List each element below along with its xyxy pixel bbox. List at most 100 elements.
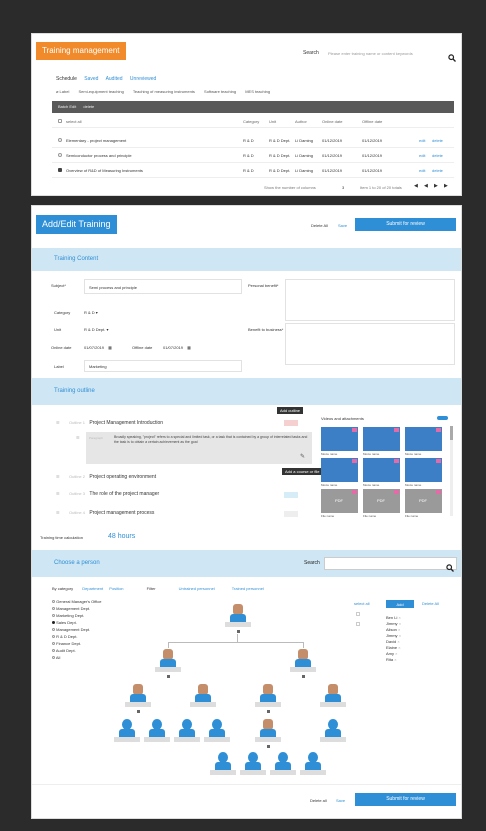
batch-delete-button[interactable]: delete [83,104,94,109]
choose-search-input[interactable] [324,557,457,570]
filter-untrained[interactable]: Untrained personnel [179,586,215,591]
table-row[interactable]: Semiconductor process and principle R & … [52,151,454,163]
video-thumbnail[interactable] [321,427,358,451]
remove-icon[interactable]: × [399,621,401,626]
department-item[interactable]: Finance Dept. [52,641,116,648]
drag-handle-icon[interactable]: ☰ [56,474,60,479]
filter-software[interactable]: Software teaching [204,89,236,94]
delete-all-link[interactable]: Delete All [422,601,439,606]
person-node[interactable] [125,684,151,707]
next-page-icon[interactable]: ▶ [434,184,438,189]
remove-icon[interactable]: × [398,627,400,632]
row-delete-link[interactable]: delete [432,168,443,173]
benefit-business-textarea[interactable] [285,323,455,365]
file-thumbnail[interactable]: PDF [321,489,358,513]
search-input[interactable]: Please enter training name or content ke… [328,51,446,56]
video-thumbnail[interactable] [405,458,442,482]
search-icon[interactable] [448,49,456,62]
person-node[interactable] [320,719,346,742]
save-button[interactable]: Save [338,223,347,228]
submit-review-button[interactable]: Submit for review [355,218,456,231]
prev-page-icon[interactable]: ◀ [424,184,428,189]
row-delete-link[interactable]: delete [432,153,443,158]
outline-actions[interactable] [284,511,298,517]
person-node[interactable] [114,719,140,742]
row-checkbox[interactable] [58,138,62,142]
last-page-icon[interactable]: ▶ [444,184,448,189]
person-node[interactable] [225,604,251,627]
person-node[interactable] [290,649,316,672]
person-node[interactable] [240,752,266,775]
add-button[interactable]: Add [386,600,414,608]
online-date-input[interactable]: 01/07/2019 ▦ [84,345,112,350]
person-node[interactable] [210,752,236,775]
outline-item[interactable]: ☰ Outline 4 Project management process [56,510,286,520]
filter-department[interactable]: Department [82,586,103,591]
video-thumbnail[interactable] [405,427,442,451]
person-node[interactable] [174,719,200,742]
remove-icon[interactable]: × [399,633,401,638]
department-item[interactable]: All [52,655,116,662]
checkbox[interactable] [356,612,360,616]
paragraph-block[interactable]: ☰ Paragraph Broadly speaking, "project" … [76,432,312,464]
page-size-select[interactable]: 3 [342,185,344,190]
video-thumbnail[interactable] [321,458,358,482]
person-node[interactable] [255,684,281,707]
batch-edit-button[interactable]: Batch Edit [58,104,76,109]
person-node[interactable] [255,719,281,742]
person-node[interactable] [300,752,326,775]
personal-benefit-textarea[interactable] [285,279,455,321]
department-item[interactable]: Management Dept. [52,606,116,613]
person-node[interactable] [204,719,230,742]
label-input[interactable]: Marketing [84,360,242,372]
outline-item[interactable]: ☰ Outline 2 Project operating environmen… [56,474,286,484]
department-item[interactable]: R & D Dept. [52,634,116,641]
file-thumbnail[interactable]: PDF [405,489,442,513]
checkbox[interactable] [356,622,360,626]
offline-date-input[interactable]: 01/07/2019 ▦ [163,345,191,350]
remove-icon[interactable]: × [398,645,400,650]
tab-schedule[interactable]: Schedule [56,76,77,82]
category-select[interactable]: R & D ▾ [84,310,98,315]
select-all-checkbox[interactable] [58,119,62,123]
filter-trained[interactable]: Trained personnel [232,586,264,591]
department-item[interactable]: Marketing Dept. [52,613,116,620]
video-thumbnail[interactable] [363,427,400,451]
row-delete-link[interactable]: delete [432,138,443,143]
file-thumbnail[interactable]: PDF [363,489,400,513]
table-row[interactable]: Elementary - project management R & D R … [52,136,454,148]
unit-select[interactable]: R & D Dept. ▾ [84,327,108,332]
list-item[interactable]: Rita × [386,657,446,663]
person-node[interactable] [270,752,296,775]
department-item[interactable]: Audit Dept. [52,648,116,655]
edit-icon[interactable]: ✎ [300,454,307,461]
outline-item[interactable]: ☰ Outline 3 The role of the project mana… [56,491,286,501]
tab-saved[interactable]: Saved [84,76,98,82]
video-thumbnail[interactable] [363,458,400,482]
remove-icon[interactable]: × [394,657,396,662]
department-item-selected[interactable]: Sales Dept. [52,620,116,627]
filter-position[interactable]: Position [109,586,123,591]
person-node[interactable] [144,719,170,742]
bottom-submit-button[interactable]: Submit for review [355,793,456,806]
row-edit-link[interactable]: edit [419,153,425,158]
scrollbar[interactable] [450,426,453,516]
person-node[interactable] [320,684,346,707]
outline-actions[interactable] [284,420,298,426]
tab-audited[interactable]: Audited [106,76,123,82]
remove-icon[interactable]: × [395,651,397,656]
first-page-icon[interactable]: ◀ [414,184,418,189]
row-edit-link[interactable]: edit [419,138,425,143]
row-checkbox-checked[interactable] [58,168,62,172]
delete-all-button[interactable]: Delete All [311,223,328,228]
filter-semi-equipment[interactable]: Semi-equipment teaching [78,89,123,94]
search-icon[interactable] [446,559,454,572]
department-item[interactable]: General Manager's Office [52,599,116,606]
remove-icon[interactable]: × [398,615,400,620]
drag-handle-icon[interactable]: ☰ [56,510,60,515]
department-item[interactable]: Management Dept. [52,627,116,634]
tab-unreviewed[interactable]: Unreviewed [130,76,156,82]
outline-actions[interactable] [284,492,298,498]
filter-mes[interactable]: MES teaching [245,89,270,94]
videos-toggle[interactable] [437,416,448,420]
